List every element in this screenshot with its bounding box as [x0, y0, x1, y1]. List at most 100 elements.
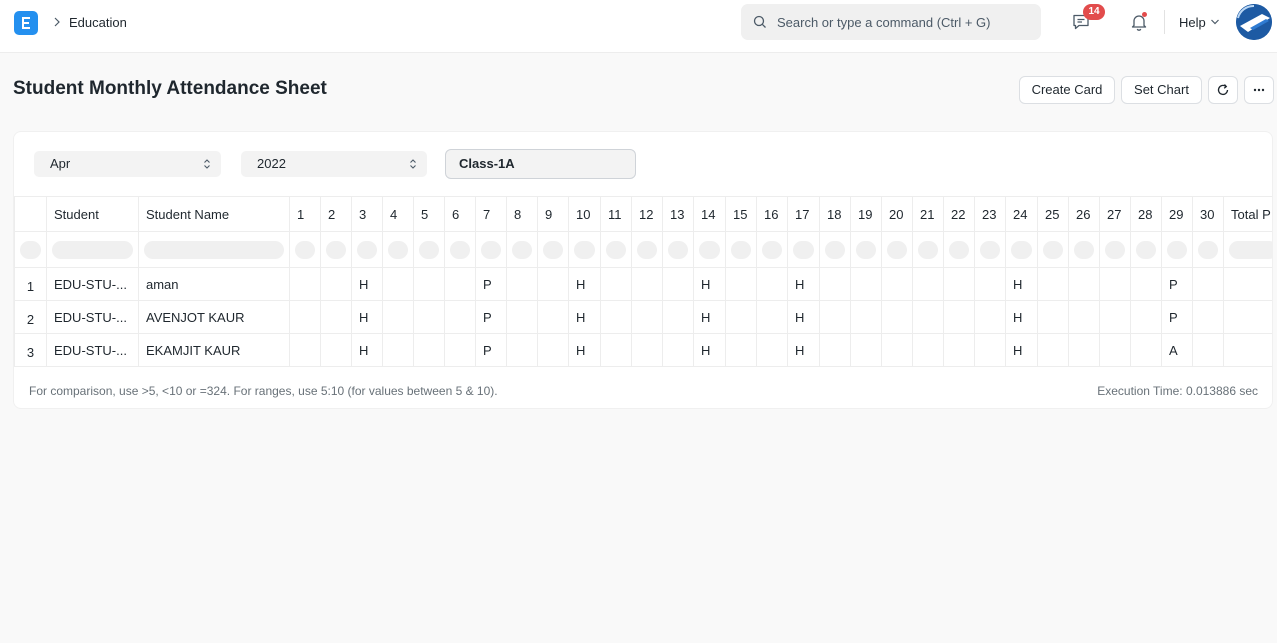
- column-header[interactable]: 6: [444, 196, 476, 232]
- search-input[interactable]: [777, 12, 1027, 32]
- column-header[interactable]: 29: [1161, 196, 1193, 232]
- column-filter-input[interactable]: [699, 240, 720, 259]
- column-header[interactable]: 25: [1037, 196, 1069, 232]
- column-header[interactable]: 19: [850, 196, 882, 232]
- column-filter-cell[interactable]: [881, 231, 913, 268]
- column-header[interactable]: 13: [662, 196, 694, 232]
- column-header[interactable]: Student: [46, 196, 139, 232]
- more-actions-button[interactable]: [1244, 76, 1274, 104]
- column-header[interactable]: 24: [1005, 196, 1038, 232]
- column-filter-input[interactable]: [980, 240, 1000, 259]
- column-filter-cell[interactable]: [1192, 231, 1224, 268]
- column-header[interactable]: 28: [1130, 196, 1162, 232]
- column-header[interactable]: 18: [819, 196, 851, 232]
- column-filter-input[interactable]: [1043, 240, 1063, 259]
- column-filter-input[interactable]: [949, 240, 969, 259]
- column-filter-input[interactable]: [357, 240, 377, 259]
- column-header[interactable]: 16: [756, 196, 788, 232]
- column-filter-input[interactable]: [512, 240, 532, 259]
- column-header[interactable]: 4: [382, 196, 414, 232]
- breadcrumb-education[interactable]: Education: [69, 15, 127, 30]
- column-header[interactable]: 2: [320, 196, 352, 232]
- table-row[interactable]: 3 EDU-STU-... EKAMJIT KAUR H P H H H H A: [14, 333, 1272, 367]
- column-filter-input[interactable]: [668, 240, 688, 259]
- column-header[interactable]: 11: [600, 196, 632, 232]
- column-header[interactable]: 27: [1099, 196, 1131, 232]
- column-filter-input[interactable]: [793, 240, 814, 259]
- column-filter-cell[interactable]: [289, 231, 321, 268]
- column-filter-input[interactable]: [856, 240, 876, 259]
- column-filter-input[interactable]: [419, 240, 439, 259]
- column-filter-cell[interactable]: [1037, 231, 1069, 268]
- column-filter-input[interactable]: [1229, 240, 1272, 259]
- column-header[interactable]: Total P: [1223, 196, 1272, 232]
- column-filter-cell[interactable]: [14, 231, 47, 268]
- column-header[interactable]: 9: [537, 196, 569, 232]
- column-header[interactable]: 1: [289, 196, 321, 232]
- column-filter-cell[interactable]: [1223, 231, 1272, 268]
- column-filter-input[interactable]: [295, 240, 315, 259]
- column-filter-input[interactable]: [388, 240, 408, 259]
- column-filter-cell[interactable]: [850, 231, 882, 268]
- column-filter-cell[interactable]: [756, 231, 788, 268]
- column-filter-input[interactable]: [543, 240, 563, 259]
- column-filter-input[interactable]: [574, 240, 595, 259]
- column-header[interactable]: 22: [943, 196, 975, 232]
- column-filter-cell[interactable]: [537, 231, 569, 268]
- column-filter-cell[interactable]: [693, 231, 726, 268]
- month-select[interactable]: Apr: [34, 151, 221, 177]
- search-bar[interactable]: [741, 4, 1041, 40]
- column-filter-cell[interactable]: [568, 231, 601, 268]
- column-filter-input[interactable]: [450, 240, 470, 259]
- column-filter-input[interactable]: [887, 240, 907, 259]
- column-filter-cell[interactable]: [943, 231, 975, 268]
- help-dropdown[interactable]: Help: [1179, 15, 1206, 30]
- column-header[interactable]: 5: [413, 196, 445, 232]
- column-filter-cell[interactable]: [1161, 231, 1193, 268]
- create-card-button[interactable]: Create Card: [1019, 76, 1115, 104]
- column-filter-input[interactable]: [1105, 240, 1125, 259]
- column-header[interactable]: Student Name: [138, 196, 290, 232]
- column-filter-cell[interactable]: [413, 231, 445, 268]
- column-filter-input[interactable]: [762, 240, 782, 259]
- column-filter-cell[interactable]: [46, 231, 139, 268]
- column-filter-cell[interactable]: [320, 231, 352, 268]
- column-header[interactable]: 30: [1192, 196, 1224, 232]
- column-filter-cell[interactable]: [475, 231, 507, 268]
- column-filter-cell[interactable]: [600, 231, 632, 268]
- column-filter-cell[interactable]: [506, 231, 538, 268]
- column-filter-cell[interactable]: [912, 231, 944, 268]
- set-chart-button[interactable]: Set Chart: [1121, 76, 1202, 104]
- column-filter-input[interactable]: [825, 240, 845, 259]
- column-header[interactable]: 15: [725, 196, 757, 232]
- column-filter-input[interactable]: [918, 240, 938, 259]
- column-header[interactable]: 26: [1068, 196, 1100, 232]
- app-logo-icon[interactable]: [14, 11, 38, 35]
- column-filter-input[interactable]: [144, 240, 284, 259]
- column-filter-input[interactable]: [637, 240, 657, 259]
- column-header[interactable]: 14: [693, 196, 726, 232]
- column-filter-input[interactable]: [326, 240, 346, 259]
- column-filter-input[interactable]: [1198, 240, 1218, 259]
- column-filter-cell[interactable]: [1005, 231, 1038, 268]
- column-filter-cell[interactable]: [631, 231, 663, 268]
- column-header[interactable]: 3: [351, 196, 383, 232]
- column-header[interactable]: 20: [881, 196, 913, 232]
- student-group-field[interactable]: Class-1A: [445, 149, 636, 179]
- table-row[interactable]: 2 EDU-STU-... AVENJOT KAUR H P H H H H P: [14, 300, 1272, 334]
- column-filter-cell[interactable]: [1068, 231, 1100, 268]
- column-header[interactable]: 10: [568, 196, 601, 232]
- year-select[interactable]: 2022: [241, 151, 427, 177]
- column-header[interactable]: 8: [506, 196, 538, 232]
- column-header[interactable]: 7: [475, 196, 507, 232]
- column-filter-cell[interactable]: [351, 231, 383, 268]
- user-avatar[interactable]: [1236, 4, 1272, 40]
- column-filter-cell[interactable]: [444, 231, 476, 268]
- column-filter-input[interactable]: [1011, 240, 1032, 259]
- column-filter-cell[interactable]: [725, 231, 757, 268]
- column-filter-cell[interactable]: [819, 231, 851, 268]
- column-filter-input[interactable]: [1074, 240, 1094, 259]
- table-row[interactable]: 1 EDU-STU-... aman H P H H H H P: [14, 267, 1272, 301]
- column-filter-cell[interactable]: [382, 231, 414, 268]
- column-filter-input[interactable]: [1136, 240, 1156, 259]
